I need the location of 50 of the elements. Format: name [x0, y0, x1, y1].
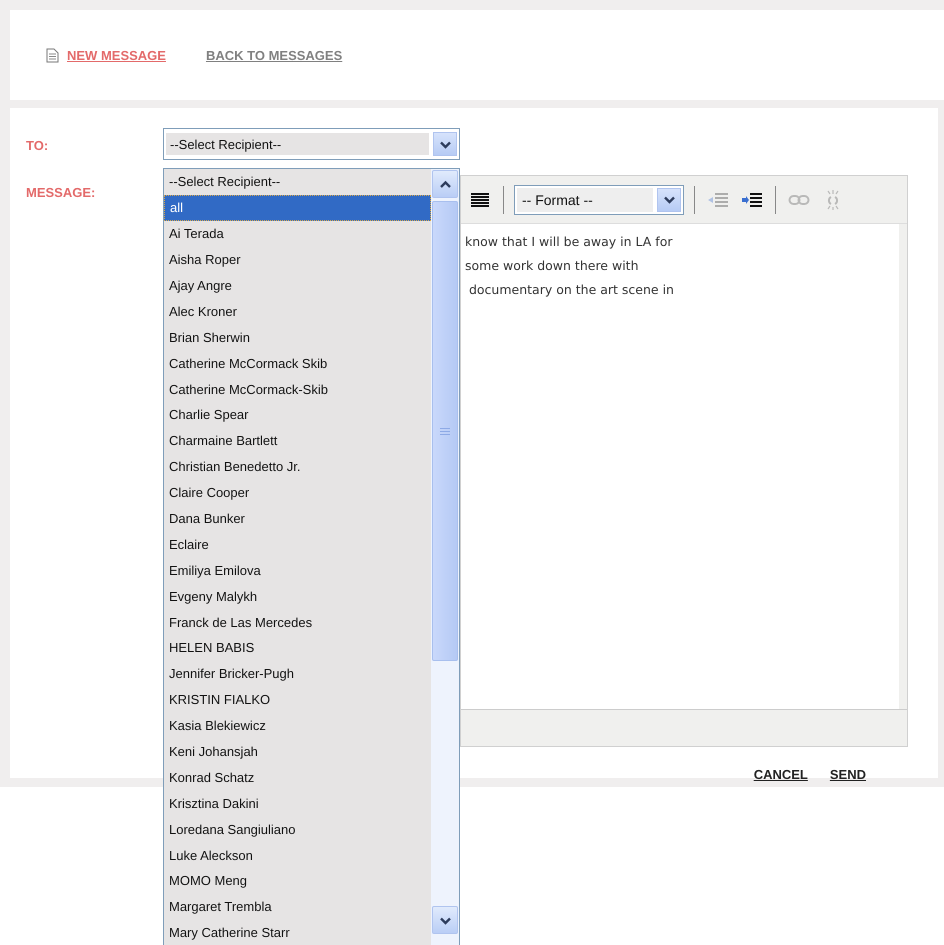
recipient-option[interactable]: Charmaine Bartlett [164, 428, 431, 454]
recipient-option[interactable]: Alec Kroner [164, 298, 431, 324]
recipient-option[interactable]: Catherine McCormack Skib [164, 350, 431, 376]
justify-icon [470, 192, 490, 208]
recipient-option[interactable]: Eclaire [164, 531, 431, 558]
scroll-thumb[interactable] [432, 201, 458, 661]
format-select[interactable]: -- Format -- [514, 184, 684, 214]
message-line: some work down there with [465, 257, 638, 275]
scroll-up-button[interactable] [432, 170, 458, 198]
recipient-option[interactable]: Krisztina Dakini [164, 790, 431, 816]
recipient-select[interactable]: --Select Recipient-- [163, 128, 460, 160]
recipient-option[interactable]: HELEN BABIS [164, 635, 431, 661]
send-link[interactable]: SEND [830, 767, 866, 782]
recipient-option[interactable]: Claire Cooper [164, 480, 431, 506]
document-icon [46, 48, 59, 62]
recipient-option[interactable]: Emiliya Emilova [164, 557, 431, 584]
recipient-option[interactable]: Jennifer Bricker-Pugh [164, 660, 431, 687]
scroll-down-button[interactable] [432, 906, 458, 934]
recipient-option[interactable]: Luke Aleckson [164, 842, 431, 868]
recipient-option[interactable]: Charlie Spear [164, 402, 431, 428]
back-link[interactable]: BACK TO MESSAGES [206, 48, 342, 62]
recipient-option[interactable]: Catherine McCormack-Skib [164, 376, 431, 402]
recipient-option[interactable]: Keni Johansjah [164, 738, 431, 764]
cancel-link[interactable]: CANCEL [754, 767, 808, 782]
recipient-option[interactable]: KRISTIN FIALKO [164, 686, 431, 713]
message-label: MESSAGE: [26, 184, 96, 202]
message-line: documentary on the art scene in [468, 281, 674, 299]
recipient-option[interactable]: all [164, 194, 431, 221]
outdent-icon [707, 190, 729, 208]
recipient-option[interactable]: Margaret Trembla [164, 894, 431, 920]
recipient-option[interactable]: Loredana Sangiuliano [164, 816, 431, 842]
recipient-option[interactable]: Evgeny Malykh [164, 583, 431, 610]
recipient-option[interactable]: --Select Recipient-- [164, 169, 431, 195]
indent-icon [741, 190, 763, 208]
recipient-option[interactable]: Aisha Roper [164, 246, 431, 273]
message-field[interactable]: know that I will be away in LA for some work down there with documentary on the art scene in [461, 224, 899, 709]
recipient-option[interactable]: Christian Benedetto Jr. [164, 454, 431, 480]
recipient-option[interactable]: Mary Catherine Starr [164, 920, 431, 945]
recipient-option[interactable]: Brian Sherwin [164, 324, 431, 350]
recipient-option[interactable]: Ajay Angre [164, 272, 431, 298]
recipient-option[interactable]: Dana Bunker [164, 506, 431, 532]
to-label: TO: [26, 137, 50, 155]
link-icon [788, 192, 810, 206]
recipient-option[interactable]: MOMO Meng [164, 868, 431, 894]
recipient-option[interactable]: Kasia Blekiewicz [164, 712, 431, 739]
recipient-option[interactable]: Konrad Schatz [164, 764, 431, 790]
recipient-option[interactable]: Ai Terada [164, 220, 431, 247]
recipient-option[interactable]: Franck de Las Mercedes [164, 609, 431, 636]
grip-icon [439, 426, 451, 436]
message-line: know that I will be away in LA for [465, 233, 672, 251]
